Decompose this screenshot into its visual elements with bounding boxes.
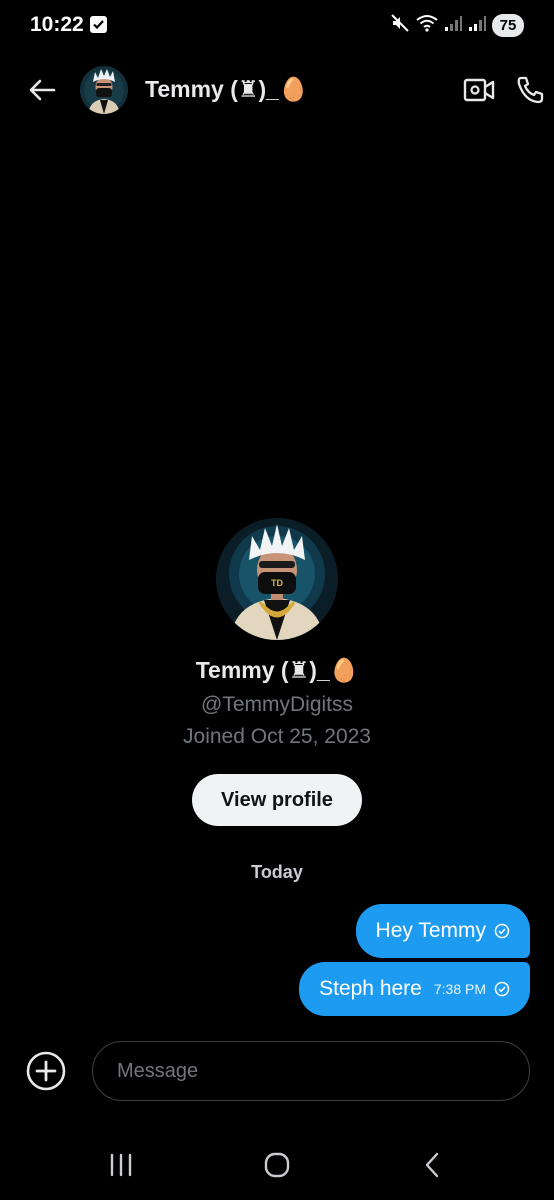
system-nav-bar [0, 1130, 554, 1200]
message-text: Hey Temmy [375, 919, 486, 942]
video-call-button[interactable] [460, 72, 498, 108]
recents-button[interactable] [91, 1148, 151, 1182]
back-button[interactable] [22, 72, 62, 108]
profile-joined-date: Joined Oct 25, 2023 [183, 725, 371, 748]
video-camera-icon [463, 78, 495, 102]
avatar-mask-initials: TD [271, 578, 283, 588]
message-time: 7:38 PM [433, 981, 486, 997]
plus-circle-icon [26, 1051, 66, 1091]
arrow-left-icon [29, 79, 56, 101]
check-circle-icon [494, 923, 510, 939]
phone-icon [517, 76, 544, 104]
recents-icon [110, 1153, 132, 1177]
home-icon [264, 1152, 290, 1178]
signal-1-icon [444, 14, 462, 37]
status-icons: 75 [390, 13, 524, 38]
message-text: Steph here [319, 977, 422, 1000]
contact-avatar[interactable] [80, 66, 128, 114]
profile-name: Temmy (♜)_🥚 [195, 657, 359, 683]
status-bar: 10:22 75 [0, 0, 554, 52]
add-attachment-button[interactable] [25, 1050, 67, 1092]
voice-call-button[interactable] [511, 72, 549, 108]
profile-handle: @TemmyDigitss [201, 693, 353, 716]
status-time: 10:22 [30, 13, 84, 36]
day-divider: Today [251, 862, 303, 882]
wifi-icon [416, 14, 438, 37]
conversation-header: Temmy (♜)_🥚 [0, 60, 554, 120]
back-chevron-icon [425, 1152, 439, 1178]
profile-card: TD Temmy (♜)_🥚 @TemmyDigitss Joined Oct … [0, 518, 554, 826]
view-profile-button[interactable]: View profile [192, 774, 362, 826]
contact-name[interactable]: Temmy (♜)_🥚 [145, 76, 308, 103]
mute-icon [390, 13, 410, 38]
check-circle-icon [494, 981, 510, 997]
system-back-button[interactable] [402, 1148, 462, 1182]
profile-avatar[interactable]: TD [216, 518, 338, 640]
notification-check-icon [90, 16, 107, 33]
message-bubble[interactable]: Steph here 7:38 PM [299, 962, 530, 1016]
message-bubble[interactable]: Hey Temmy [355, 904, 530, 958]
message-input[interactable] [92, 1041, 530, 1101]
home-button[interactable] [247, 1148, 307, 1182]
battery-indicator: 75 [492, 14, 524, 37]
signal-2-icon [468, 14, 486, 37]
